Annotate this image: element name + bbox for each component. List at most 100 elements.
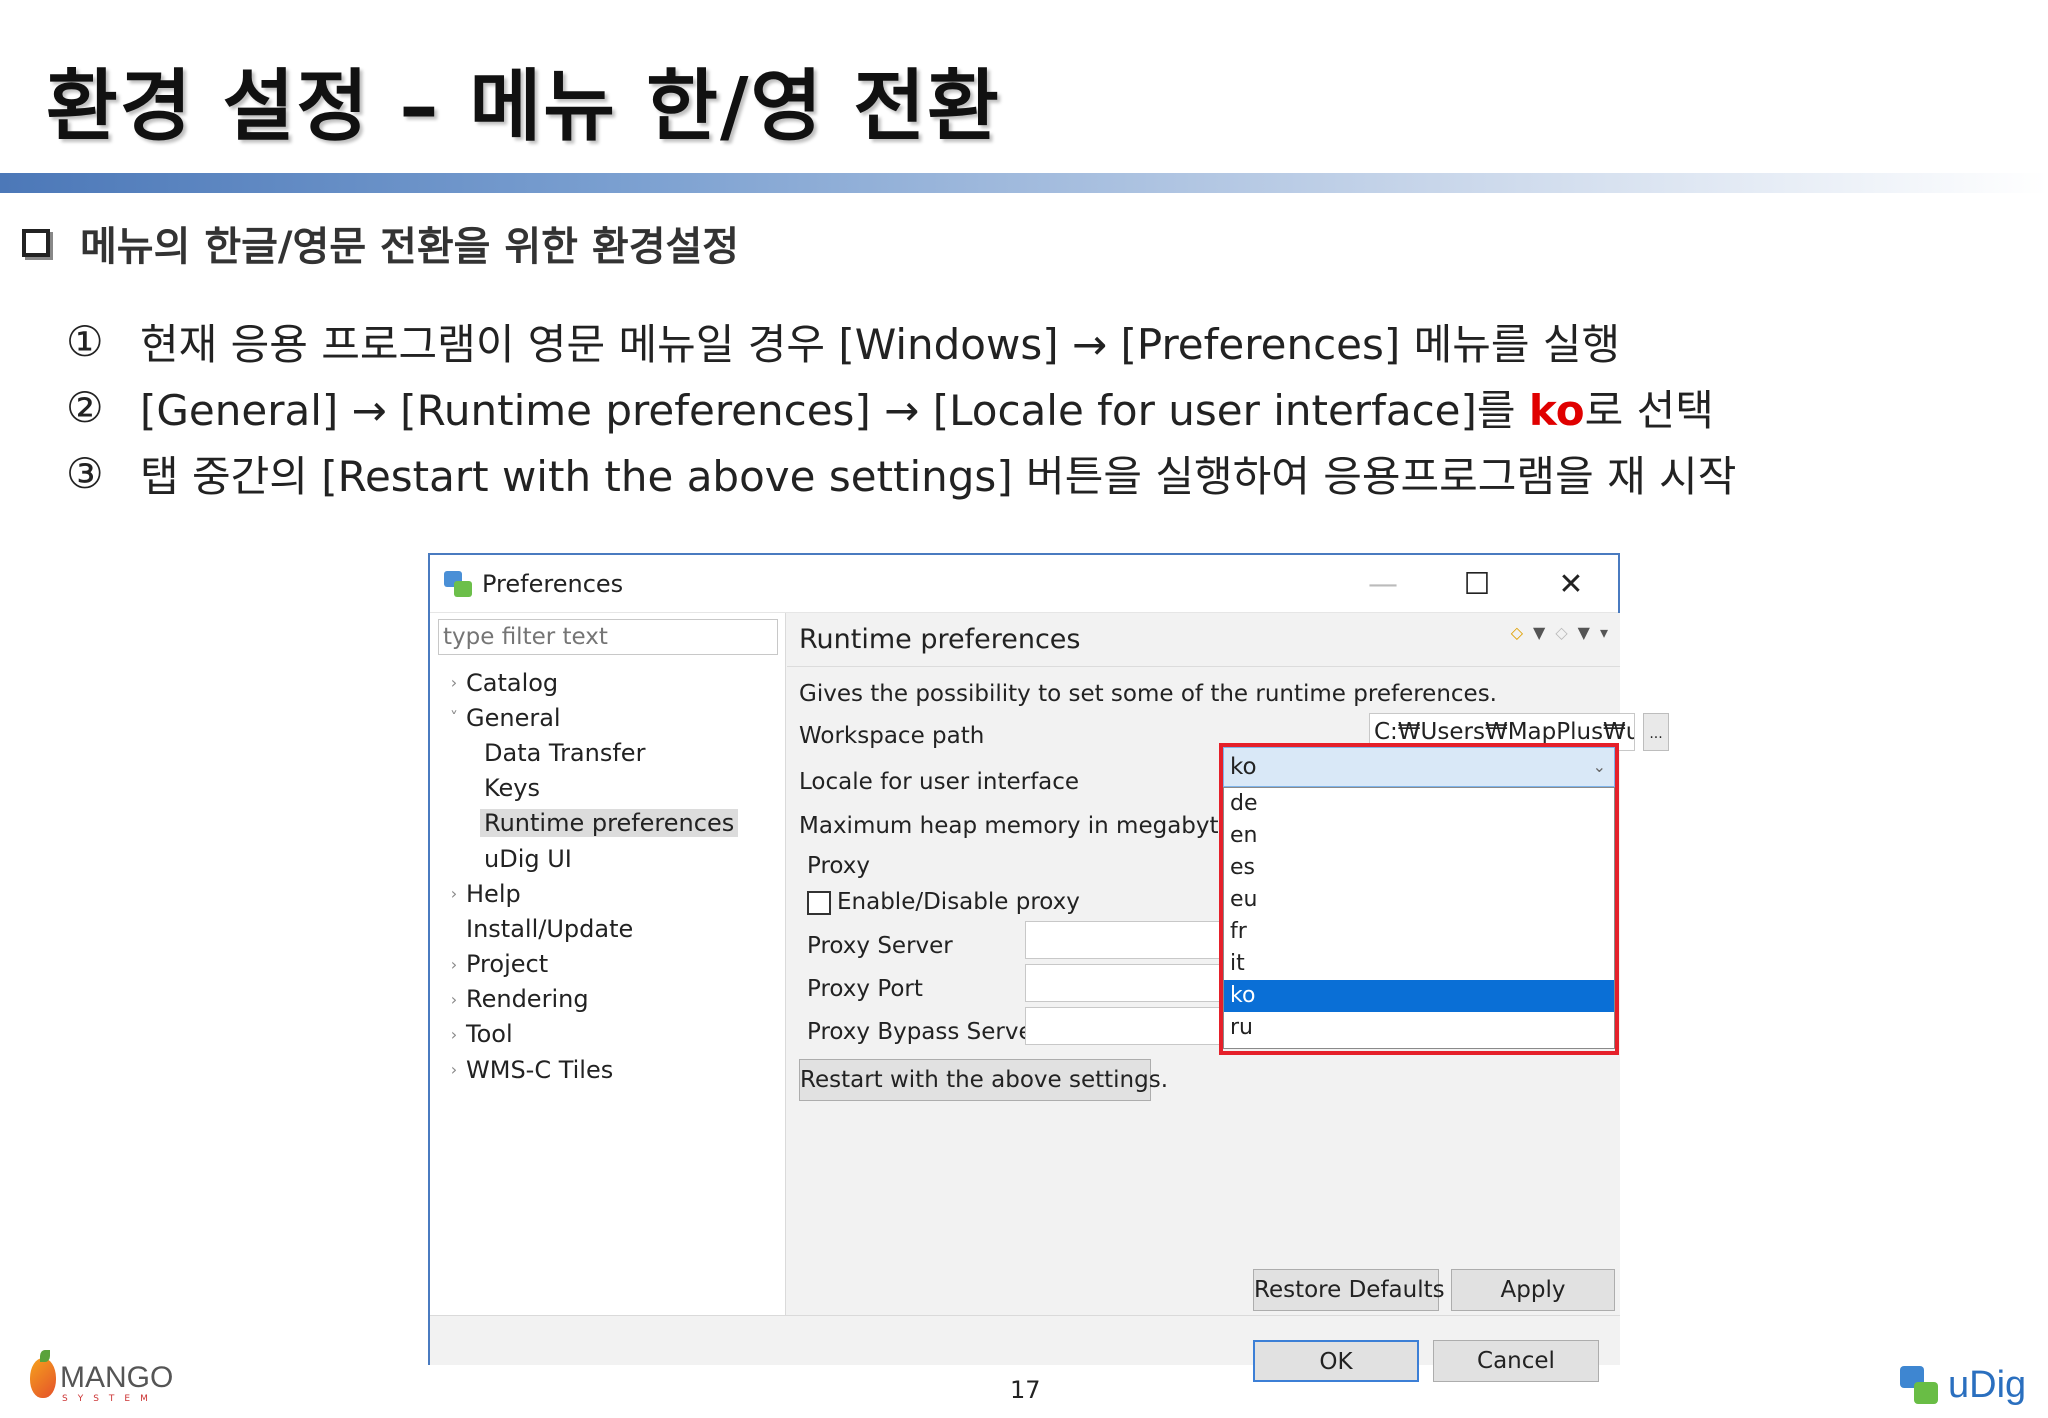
slide-title: 환경 설정 – 메뉴 한/영 전환 [46,62,1001,152]
chevron-right-icon[interactable]: › [442,884,466,903]
chevron-down-icon: ⌄ [1592,757,1606,776]
checkbox-bullet-icon [22,229,50,257]
locale-combo-value: ko [1230,754,1257,780]
cancel-button[interactable]: Cancel [1433,1340,1599,1382]
window-controls: — ☐ ✕ [1336,555,1618,613]
proxy-checkbox-label: Enable/Disable proxy [837,889,1080,915]
udig-logo-icon [1900,1365,1940,1406]
back-arrow-icon[interactable]: ◇ [1511,623,1523,642]
tree-item-label: Runtime preferences [480,809,739,838]
tree-item[interactable]: › Catalog [430,665,786,700]
ok-button[interactable]: OK [1253,1340,1419,1382]
mango-fruit-icon [30,1350,56,1398]
proxy-checkbox-row[interactable]: Enable/Disable proxy [807,889,1080,915]
locale-label: Locale for user interface [799,769,1080,795]
proxy-bypass-field[interactable] [1025,1007,1225,1045]
dialog-button-bar: OK Cancel [430,1315,1620,1382]
tree-item[interactable]: › WMS-C Tiles [430,1052,786,1087]
forward-menu-icon[interactable]: ▼ [1578,623,1590,642]
udig-logo-text: uDig [1948,1364,2027,1406]
tree-item[interactable]: › Tool [430,1017,786,1052]
tree-item-label: Keys [484,774,541,803]
tree-item[interactable]: Runtime preferences [430,806,786,841]
tree-item[interactable]: Install/Update [430,911,786,946]
chevron-right-icon[interactable]: › [442,1025,466,1044]
back-menu-icon[interactable]: ▼ [1533,623,1545,642]
step-item: ③ 탭 중간의 [Restart with the above settings… [66,440,1736,506]
locale-option[interactable]: eu [1224,884,1614,916]
proxy-server-label: Proxy Server [807,933,953,959]
page-navigation: ◇ ▼ ◇ ▼ ▾ [1511,623,1608,642]
heap-memory-label: Maximum heap memory in megabytes [799,813,1245,839]
close-button[interactable]: ✕ [1524,567,1618,602]
locale-option[interactable]: fr [1224,916,1614,948]
proxy-port-label: Proxy Port [807,976,923,1002]
restore-defaults-button[interactable]: Restore Defaults [1253,1269,1445,1311]
tree-item-label: Rendering [466,985,589,1014]
udig-app-icon [444,569,474,599]
tree-item-label: Tool [466,1020,513,1049]
page-description: Gives the possibility to set some of the… [799,681,1497,707]
tree-item-label: Project [466,950,549,979]
udig-logo: uDig [1900,1364,2026,1407]
preferences-tree: › Catalog ˅ General Data Transfer Keys Runtime… [430,665,786,1087]
tree-item[interactable]: Data Transfer [430,735,786,770]
preferences-window: Preferences — ☐ ✕ ›Catalog˅GeneralData T… [428,553,1669,1382]
restart-button[interactable]: Restart with the above settings. [799,1059,1168,1101]
locale-combo[interactable]: ko ⌄ [1223,747,1615,787]
mango-logo-subtext: SYSTEM [62,1394,158,1404]
locale-option[interactable]: ko [1224,980,1614,1012]
title-underline-bar [0,173,2048,193]
steps-list: ① 현재 응용 프로그램이 영문 메뉴일 경우 [Windows] → [Pre… [66,308,1736,506]
step-text: 탭 중간의 [Restart with the above settings] … [140,451,1737,501]
workspace-path-field[interactable]: C:₩Users₩MapPlus₩uDig [1369,713,1635,751]
page-header: Runtime preferences ◇ ▼ ◇ ▼ ▾ [787,613,1620,667]
tree-item[interactable]: › Help [430,876,786,911]
step-item: ② [General] → [Runtime preferences] → [L… [66,374,1736,440]
tree-item[interactable]: Keys [430,771,786,806]
locale-dropdown-list: de en es eu fr it ko ru [1223,787,1615,1049]
browse-button[interactable]: ... [1643,713,1669,751]
tree-item-label: Help [466,879,521,908]
chevron-right-icon[interactable]: › [442,955,466,974]
tree-item[interactable]: › Project [430,947,786,982]
locale-option[interactable]: it [1224,948,1614,980]
chevron-right-icon[interactable]: › [442,673,466,692]
maximize-button[interactable]: ☐ [1430,567,1524,602]
proxy-server-field[interactable] [1025,921,1225,959]
step-item: ① 현재 응용 프로그램이 영문 메뉴일 경우 [Windows] → [Pre… [66,308,1736,374]
view-menu-icon[interactable]: ▾ [1600,623,1608,642]
step-number: ③ [66,448,104,498]
mango-logo: MANGO SYSTEM [30,1350,173,1404]
chevron-right-icon[interactable]: › [442,990,466,1009]
proxy-checkbox[interactable] [807,890,831,915]
section-heading-text: 메뉴의 한글/영문 전환을 위한 환경설정 [80,224,740,270]
tree-item-label: Catalog [466,668,559,697]
step-number: ② [66,382,104,432]
window-title: Preferences [482,569,624,598]
minimize-button[interactable]: — [1336,567,1430,602]
tree-item-label: Data Transfer [484,738,646,767]
apply-button[interactable]: Apply [1451,1269,1615,1311]
locale-option[interactable]: de [1224,788,1614,820]
proxy-port-field[interactable] [1025,964,1225,1002]
tree-item[interactable]: ˅ General [430,700,786,735]
tree-item-label: uDig UI [484,844,572,873]
tree-item-label: WMS-C Tiles [466,1055,614,1084]
tree-item[interactable]: uDig UI [430,841,786,876]
chevron-down-icon[interactable]: ˅ [442,708,466,727]
window-titlebar[interactable]: Preferences — ☐ ✕ [430,555,1618,613]
chevron-right-icon[interactable]: › [442,1060,466,1079]
locale-option[interactable]: ru [1224,1012,1614,1044]
page-heading: Runtime preferences [799,624,1081,655]
forward-arrow-icon[interactable]: ◇ [1555,623,1567,642]
locale-option[interactable]: es [1224,852,1614,884]
locale-option[interactable]: en [1224,820,1614,852]
step-highlight: ko [1528,385,1585,435]
section-heading: 메뉴의 한글/영문 전환을 위한 환경설정 [22,214,739,272]
proxy-bypass-label: Proxy Bypass Servers [807,1019,1055,1045]
filter-input[interactable] [438,619,778,655]
step-text-post: 로 선택 [1584,385,1714,435]
tree-item[interactable]: › Rendering [430,982,786,1017]
step-text: [General] → [Runtime preferences] → [Loc… [140,377,1714,438]
